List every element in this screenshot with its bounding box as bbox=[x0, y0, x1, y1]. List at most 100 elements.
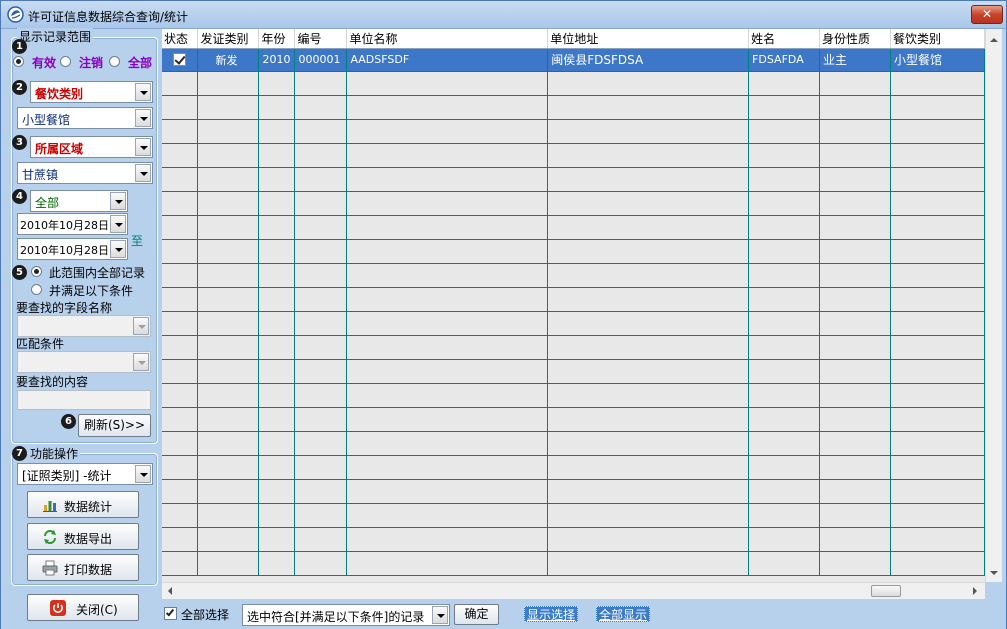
region-select[interactable]: 甘蔗镇 bbox=[17, 162, 153, 184]
food-category-select[interactable]: 小型餐馆 bbox=[17, 107, 153, 129]
empty-table-row[interactable] bbox=[162, 71, 985, 96]
scroll-down-icon[interactable] bbox=[990, 571, 998, 575]
chevron-down-icon[interactable] bbox=[110, 240, 126, 258]
scroll-left-icon[interactable] bbox=[168, 587, 172, 595]
chevron-down-icon[interactable] bbox=[133, 317, 149, 335]
status-cancelled-label[interactable]: 注销 bbox=[79, 54, 103, 71]
stat-mode-select[interactable]: [证照类别] -统计 bbox=[17, 463, 153, 485]
empty-table-row[interactable] bbox=[162, 383, 985, 408]
empty-table-row[interactable] bbox=[162, 287, 985, 312]
close-button[interactable]: 关闭(C) bbox=[27, 594, 139, 621]
empty-table-cell bbox=[197, 407, 260, 432]
scroll-thumb[interactable] bbox=[871, 585, 901, 597]
chevron-down-icon[interactable] bbox=[135, 138, 151, 156]
search-field-name-label: 要查找的字段名称 bbox=[16, 301, 113, 315]
column-header[interactable]: 姓名 bbox=[748, 29, 821, 49]
chevron-down-icon[interactable] bbox=[135, 109, 151, 127]
empty-table-row[interactable] bbox=[162, 191, 985, 216]
column-header[interactable]: 单位地址 bbox=[547, 29, 750, 49]
status-valid-label[interactable]: 有效 bbox=[32, 54, 56, 71]
show-selected-button[interactable]: 显示选择 bbox=[524, 606, 579, 622]
empty-table-row[interactable] bbox=[162, 455, 985, 480]
scope-conditional-label[interactable]: 并满足以下条件 bbox=[49, 282, 133, 299]
empty-table-row[interactable] bbox=[162, 479, 985, 504]
region-field-select[interactable]: 所属区域 bbox=[30, 136, 153, 158]
empty-table-cell bbox=[162, 455, 199, 480]
date-to-picker[interactable]: 2010年10月28日 bbox=[17, 238, 128, 260]
food-category-field-select[interactable]: 餐饮类别 bbox=[30, 81, 153, 103]
date-from-picker[interactable]: 2010年10月28日 bbox=[17, 213, 128, 235]
column-header[interactable]: 年份 bbox=[258, 29, 296, 49]
empty-table-row[interactable] bbox=[162, 167, 985, 192]
empty-table-row[interactable] bbox=[162, 335, 985, 360]
empty-table-row[interactable] bbox=[162, 407, 985, 432]
row-checkbox[interactable] bbox=[173, 53, 187, 67]
empty-table-row[interactable] bbox=[162, 431, 985, 456]
title-bar[interactable]: 许可证信息数据综合查询/统计 ✕ bbox=[1, 1, 1006, 29]
column-header[interactable]: 状态 bbox=[162, 29, 199, 49]
empty-table-row[interactable] bbox=[162, 119, 985, 144]
window-close-button[interactable]: ✕ bbox=[971, 5, 1003, 24]
empty-table-row[interactable] bbox=[162, 527, 985, 552]
food-category-field-value: 餐饮类别 bbox=[35, 87, 84, 101]
column-header[interactable]: 发证类别 bbox=[197, 29, 260, 49]
status-cancelled-radio[interactable] bbox=[60, 56, 71, 67]
empty-table-cell bbox=[346, 167, 549, 192]
empty-table-cell bbox=[819, 383, 892, 408]
status-all-label[interactable]: 全部 bbox=[128, 54, 152, 71]
show-all-button[interactable]: 全部显示 bbox=[596, 606, 651, 622]
scope-all-label[interactable]: 此范围内全部记录 bbox=[49, 264, 145, 281]
select-all-label[interactable]: 全部选择 bbox=[181, 606, 229, 623]
column-header[interactable]: 编号 bbox=[294, 29, 348, 49]
selection-mode-select[interactable]: 选中符合[并满足以下条件]的记录 bbox=[242, 604, 450, 626]
scope-conditional-radio[interactable] bbox=[31, 284, 42, 295]
confirm-button[interactable]: 确定 bbox=[454, 604, 499, 625]
empty-table-row[interactable] bbox=[162, 215, 985, 240]
chevron-down-icon[interactable] bbox=[135, 164, 151, 182]
scroll-right-icon[interactable] bbox=[973, 587, 977, 595]
chevron-down-icon[interactable] bbox=[110, 192, 126, 210]
empty-table-cell bbox=[890, 455, 985, 480]
empty-table-cell bbox=[890, 167, 985, 192]
records-grid[interactable]: 状态 发证类别 年份 编号 单位名称 单位地址 姓名 身份性质 餐饮类别 新发 … bbox=[162, 29, 985, 582]
data-stats-button[interactable]: 数据统计 bbox=[27, 491, 139, 518]
scroll-up-icon[interactable] bbox=[990, 38, 998, 42]
match-condition-select[interactable] bbox=[17, 351, 151, 373]
search-content-label: 要查找的内容 bbox=[16, 375, 89, 389]
column-header[interactable]: 单位名称 bbox=[346, 29, 549, 49]
chevron-down-icon[interactable] bbox=[110, 215, 126, 233]
chevron-down-icon[interactable] bbox=[133, 353, 149, 371]
status-valid-radio[interactable] bbox=[13, 56, 24, 67]
column-header[interactable]: 餐饮类别 bbox=[890, 29, 985, 49]
date-mode-select[interactable]: 全部 bbox=[30, 190, 128, 212]
left-panel: 显示记录范围 1 有效 注销 全部 2 餐饮类别 小型餐馆 3 所属区域 甘蔗镇 bbox=[1, 28, 162, 629]
chevron-down-icon[interactable] bbox=[432, 606, 448, 624]
search-content-input[interactable] bbox=[17, 390, 151, 410]
empty-table-row[interactable] bbox=[162, 311, 985, 336]
vertical-scrollbar[interactable] bbox=[985, 29, 1002, 582]
empty-table-row[interactable] bbox=[162, 503, 985, 528]
data-export-button[interactable]: 数据导出 bbox=[27, 523, 139, 550]
empty-table-row[interactable] bbox=[162, 263, 985, 288]
empty-table-row[interactable] bbox=[162, 143, 985, 168]
table-row[interactable]: 新发 2010 000001 AADSFSDF 闽侯县FDSFDSA FDSAF… bbox=[162, 48, 985, 72]
table-cell: 000001 bbox=[294, 48, 348, 72]
empty-table-row[interactable] bbox=[162, 359, 985, 384]
chevron-down-icon[interactable] bbox=[135, 83, 151, 101]
empty-table-cell bbox=[890, 71, 985, 96]
chevron-down-icon[interactable] bbox=[135, 465, 151, 483]
empty-table-row[interactable] bbox=[162, 239, 985, 264]
horizontal-scrollbar[interactable] bbox=[162, 582, 985, 599]
search-field-name-select[interactable] bbox=[17, 315, 151, 337]
empty-table-row[interactable] bbox=[162, 551, 985, 576]
select-all-checkbox[interactable] bbox=[164, 607, 177, 620]
empty-table-cell bbox=[346, 191, 549, 216]
status-all-radio[interactable] bbox=[109, 56, 120, 67]
row-status-cell[interactable] bbox=[162, 48, 199, 72]
refresh-button[interactable]: 刷新(S)>> bbox=[78, 414, 151, 437]
scope-all-radio[interactable] bbox=[31, 266, 42, 277]
empty-table-row[interactable] bbox=[162, 95, 985, 120]
column-header[interactable]: 身份性质 bbox=[819, 29, 892, 49]
print-data-button[interactable]: 打印数据 bbox=[27, 554, 139, 581]
empty-table-cell bbox=[890, 431, 985, 456]
